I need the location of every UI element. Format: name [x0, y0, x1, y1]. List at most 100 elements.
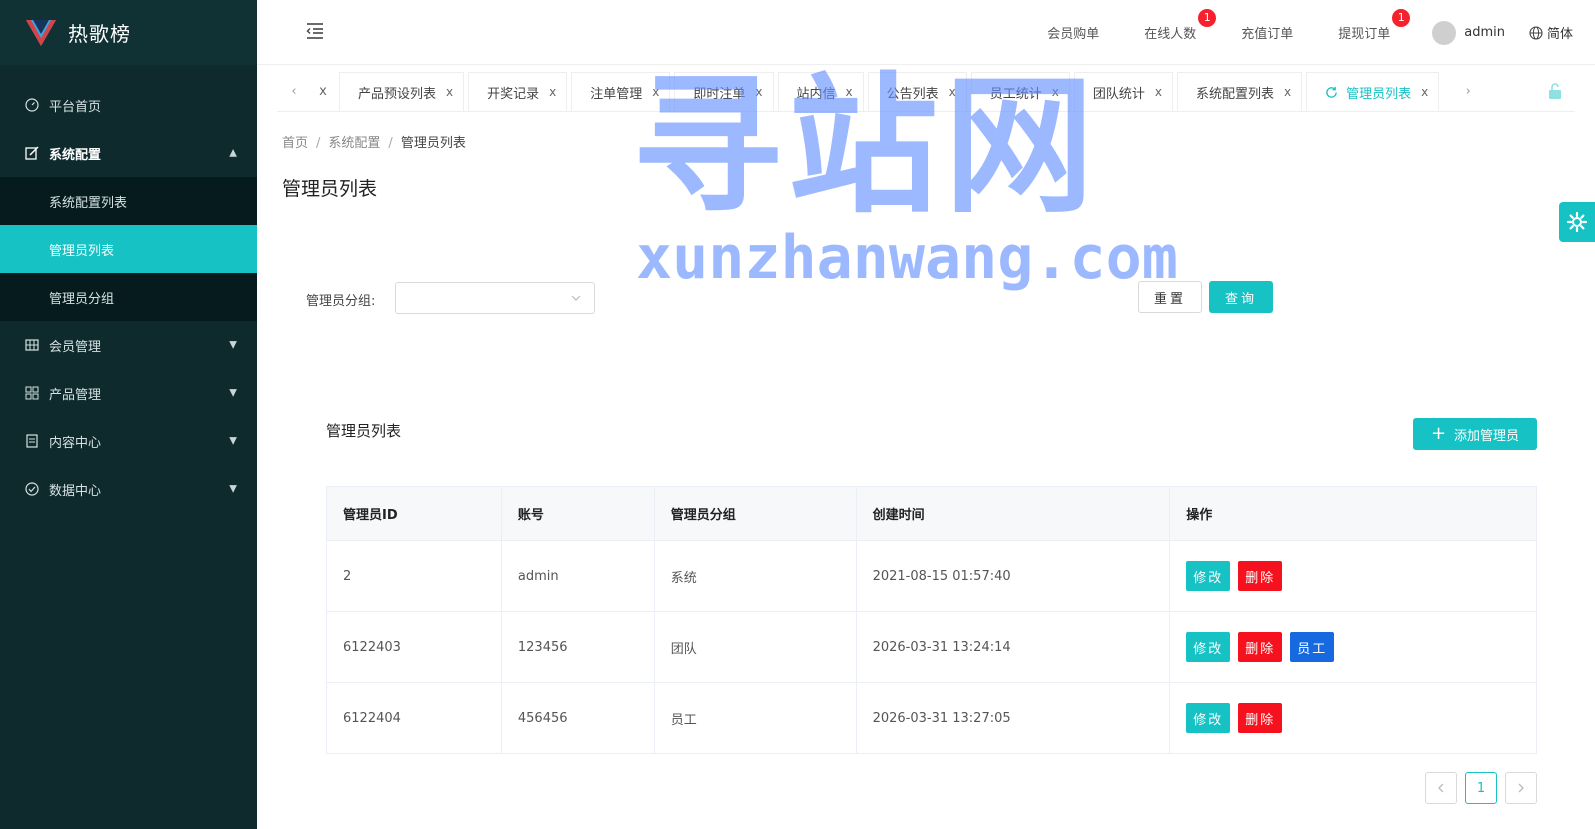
cell-created: 2026-03-31 13:27:05	[856, 682, 1171, 754]
sidebar-item-label: 管理员分组	[49, 291, 115, 307]
menu-fold-icon[interactable]	[305, 22, 325, 40]
breadcrumb-item-current: 管理员列表	[400, 136, 466, 151]
table-header-row: 管理员ID 账号 管理员分组 创建时间 操作	[326, 486, 1537, 541]
table-row: 6122404 456456 员工 2026-03-31 13:27:05 修改…	[326, 682, 1537, 754]
tab-label: 公告列表	[886, 86, 939, 102]
sidebar-item-home[interactable]: 平台首页	[0, 81, 257, 129]
staff-button[interactable]: 员工	[1290, 632, 1335, 662]
sidebar-item-product[interactable]: 产品管理 ▼	[0, 369, 257, 417]
close-icon[interactable]: x	[652, 85, 659, 99]
table-row: 6122403 123456 团队 2026-03-31 13:24:14 修改…	[326, 611, 1537, 683]
vue-logo-icon	[26, 19, 56, 46]
chevron-left-icon[interactable]: ‹	[277, 84, 311, 99]
refresh-icon[interactable]	[1325, 86, 1338, 99]
user-name[interactable]: admin	[1464, 25, 1505, 40]
pagination-page[interactable]: 1	[1465, 772, 1497, 804]
breadcrumb-item-system-config[interactable]: 系统配置	[328, 136, 380, 151]
close-icon[interactable]: x	[1155, 85, 1162, 99]
grid-icon	[25, 338, 39, 352]
tab-system-config-list[interactable]: 系统配置列表 x	[1177, 71, 1303, 112]
edit-button[interactable]: 修改	[1186, 561, 1231, 591]
sidebar-item-member[interactable]: 会员管理 ▼	[0, 321, 257, 369]
tab-label: 即时注单	[693, 86, 746, 102]
tab-announcements[interactable]: 公告列表 x	[867, 71, 967, 112]
language-switch[interactable]: 简体	[1529, 23, 1573, 42]
sidebar-item-data[interactable]: 数据中心 ▼	[0, 465, 257, 513]
header-link-withdraw-orders[interactable]: 提现订单 1	[1338, 9, 1411, 42]
delete-button[interactable]: 删除	[1238, 561, 1283, 591]
tab-admin-list[interactable]: 管理员列表 x	[1306, 71, 1440, 112]
admin-group-select[interactable]	[395, 282, 595, 314]
notification-badge: 1	[1392, 9, 1411, 27]
delete-button[interactable]: 删除	[1238, 703, 1283, 733]
edit-button[interactable]: 修改	[1186, 703, 1231, 733]
add-admin-button[interactable]: + 添加管理员	[1413, 418, 1537, 450]
apps-icon	[25, 386, 39, 400]
tab-lottery-records[interactable]: 开奖记录 x	[468, 71, 568, 112]
cell-id: 2	[326, 540, 502, 612]
breadcrumb: 首页 / 系统配置 / 管理员列表	[282, 132, 466, 151]
header-link-recharge-orders[interactable]: 充值订单	[1241, 23, 1293, 42]
close-icon[interactable]: x	[846, 85, 853, 99]
unlock-icon[interactable]	[1547, 82, 1563, 100]
cell-actions: 修改 删除	[1169, 540, 1537, 612]
breadcrumb-separator: /	[316, 136, 321, 151]
tab-product-preset[interactable]: 产品预设列表 x	[339, 71, 465, 112]
header-link-member-orders[interactable]: 会员购单	[1047, 23, 1099, 42]
cell-actions: 修改 删除 员工	[1169, 611, 1537, 683]
tab-instant-bets[interactable]: 即时注单 x	[674, 71, 774, 112]
breadcrumb-separator: /	[388, 136, 393, 151]
close-icon[interactable]: x	[311, 84, 335, 99]
add-admin-label: 添加管理员	[1454, 428, 1520, 444]
close-icon[interactable]: x	[1421, 85, 1428, 99]
table-row: 2 admin 系统 2021-08-15 01:57:40 修改 删除	[326, 540, 1537, 612]
sidebar-item-admin-list[interactable]: 管理员列表	[0, 225, 257, 273]
chevron-down-icon: ▼	[229, 387, 237, 399]
chevron-right-icon	[1518, 783, 1524, 793]
tab-staff-stats[interactable]: 员工统计 x	[970, 71, 1070, 112]
sidebar-item-system-config-list[interactable]: 系统配置列表	[0, 177, 257, 225]
breadcrumb-item-home[interactable]: 首页	[282, 136, 308, 151]
chevron-right-icon[interactable]: ›	[1451, 84, 1485, 99]
close-icon[interactable]: x	[755, 85, 762, 99]
delete-button[interactable]: 删除	[1238, 632, 1283, 662]
header-link-label: 提现订单	[1338, 27, 1391, 42]
edit-button[interactable]: 修改	[1186, 632, 1231, 662]
reset-button[interactable]: 重置	[1138, 281, 1202, 313]
avatar[interactable]	[1432, 20, 1457, 45]
column-header: 账号	[501, 486, 655, 541]
logo[interactable]: 热歌榜	[0, 0, 257, 65]
chevron-up-icon: ▲	[229, 147, 237, 159]
tab-team-stats[interactable]: 团队统计 x	[1073, 71, 1173, 112]
cell-group: 员工	[654, 682, 857, 754]
close-icon[interactable]: x	[1284, 85, 1291, 99]
sidebar-item-label: 系统配置列表	[49, 195, 128, 211]
filter-label: 管理员分组:	[306, 294, 376, 309]
column-header: 管理员分组	[654, 486, 857, 541]
tab-bet-management[interactable]: 注单管理 x	[571, 71, 671, 112]
top-header: 会员购单 在线人数 1 充值订单 提现订单 1 admin 简体	[257, 0, 1595, 65]
query-button[interactable]: 查询	[1209, 281, 1273, 313]
cell-actions: 修改 删除	[1169, 682, 1537, 754]
header-link-online-users[interactable]: 在线人数 1	[1144, 9, 1217, 42]
pagination-prev-button[interactable]	[1425, 772, 1457, 804]
close-icon[interactable]: x	[949, 85, 956, 99]
submenu-system-config: 系统配置列表 管理员列表 管理员分组	[0, 177, 257, 321]
sidebar-item-content[interactable]: 内容中心 ▼	[0, 417, 257, 465]
tab-site-messages[interactable]: 站内信 x	[777, 71, 864, 112]
settings-float-button[interactable]	[1559, 202, 1595, 242]
cell-group: 团队	[654, 611, 857, 683]
pagination-next-button[interactable]	[1505, 772, 1537, 804]
cell-created: 2021-08-15 01:57:40	[856, 540, 1171, 612]
close-icon[interactable]: x	[549, 85, 556, 99]
gear-icon	[1566, 211, 1588, 233]
notification-badge: 1	[1198, 9, 1217, 27]
sidebar-item-admin-group[interactable]: 管理员分组	[0, 273, 257, 321]
sidebar-item-label: 产品管理	[49, 387, 102, 403]
close-icon[interactable]: x	[1052, 85, 1059, 99]
cell-account: 456456	[501, 682, 655, 754]
sidebar-item-system-config[interactable]: 系统配置 ▲	[0, 129, 257, 177]
close-icon[interactable]: x	[446, 85, 453, 99]
chevron-down-icon: ▼	[229, 435, 237, 447]
page-title: 管理员列表	[282, 178, 378, 200]
